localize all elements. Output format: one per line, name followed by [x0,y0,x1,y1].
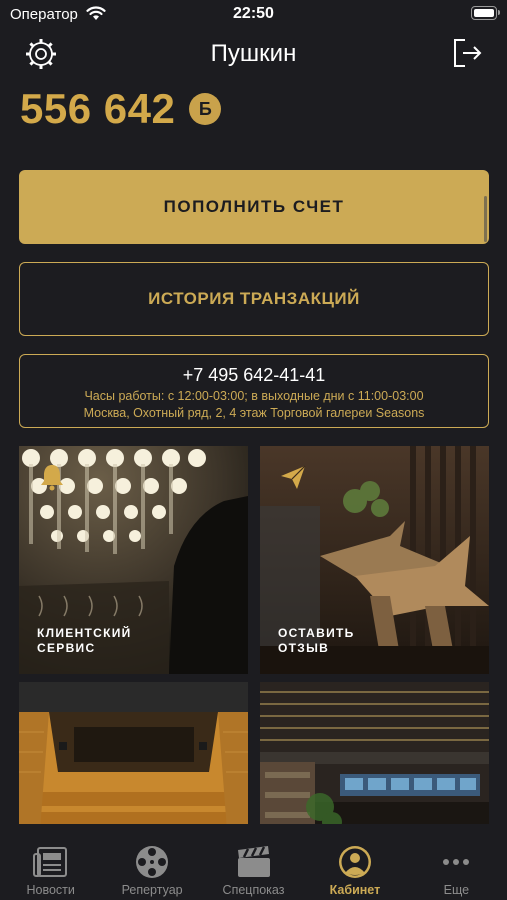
client-service-label: КЛИЕНТСКИЙ СЕРВИС [37,626,132,655]
tab-repertoire-label: Репертуар [121,883,183,897]
contact-hours: Часы работы: с 12:00-03:00; в выходные д… [84,389,424,403]
clapperboard-icon [237,846,270,877]
battery-icon [471,6,500,20]
leave-feedback-label: ОСТАВИТЬ ОТЗЫВ [278,626,355,655]
cinema-hall-tile[interactable] [19,682,248,824]
contact-phone[interactable]: +7 495 642-41-41 [20,365,488,386]
film-reel-icon [136,846,169,878]
balance-display: 556 642 Б [20,84,222,134]
more-icon [443,859,470,865]
tiles-grid: КЛИЕНТСКИЙ СЕРВИС ОСТАВИТЬ ОТЗЫВ [19,446,489,824]
tile-photo-hall [19,682,248,824]
bell-icon [41,465,63,491]
nav-header: Пушкин [0,30,507,80]
page-title: Пушкин [210,40,297,67]
tab-news[interactable]: Новости [0,832,101,900]
tab-special-screening[interactable]: Спецпоказ [203,832,304,900]
scroll-indicator [484,196,487,242]
contact-address: Москва, Охотный ряд, 2, 4 этаж Торговой … [83,406,425,420]
profile-icon [338,846,371,878]
tile-photo-bar [260,682,489,824]
transaction-history-button[interactable]: ИСТОРИЯ ТРАНЗАКЦИЙ [19,262,489,336]
newspaper-icon [32,847,67,877]
tab-more-label: Еще [443,883,470,897]
tab-bar: Новости Репертуар Спецпоказ Кабинет Еще [0,832,507,900]
tab-special-screening-label: Спецпоказ [222,883,285,897]
status-bar: Оператор 22:50 [0,0,507,30]
bonus-currency-badge: Б [189,93,222,125]
tab-news-label: Новости [26,883,75,897]
tab-cabinet-label: Кабинет [329,883,381,897]
logout-icon[interactable] [451,36,483,70]
bar-tile[interactable] [260,682,489,824]
tab-more[interactable]: Еще [406,832,507,900]
leave-feedback-tile[interactable]: ОСТАВИТЬ ОТЗЫВ [260,446,489,674]
paper-plane-icon [281,465,306,489]
tab-repertoire[interactable]: Репертуар [101,832,202,900]
balance-amount: 556 642 [20,85,176,132]
client-service-tile[interactable]: КЛИЕНТСКИЙ СЕРВИС [19,446,248,674]
contact-card[interactable]: +7 495 642-41-41 Часы работы: с 12:00-03… [19,354,489,428]
tab-cabinet[interactable]: Кабинет [304,832,405,900]
top-up-button[interactable]: ПОПОЛНИТЬ СЧЕТ [19,170,489,244]
clock: 22:50 [233,5,274,22]
